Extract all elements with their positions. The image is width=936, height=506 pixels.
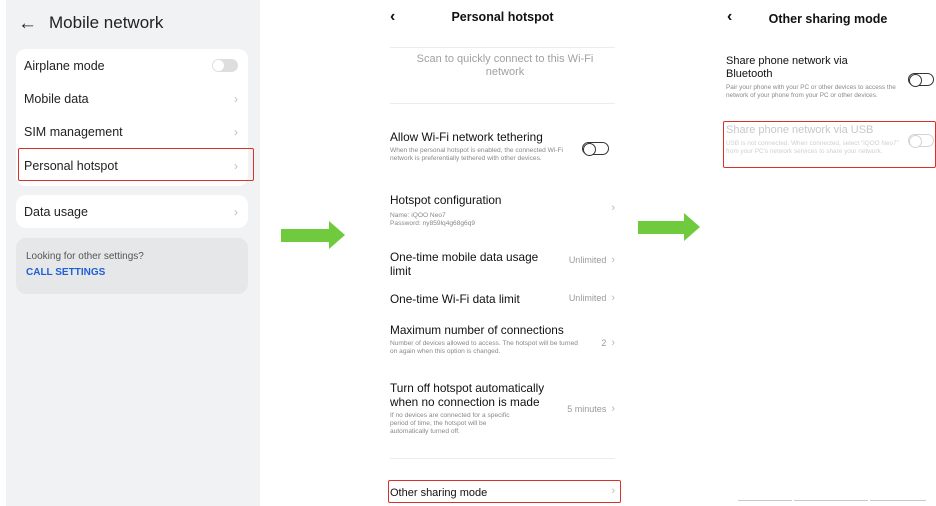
qr-scan-hint: Scan to quickly connect to this Wi-Fi ne… — [416, 53, 594, 78]
personal-hotspot-label: Personal hotspot — [24, 158, 118, 173]
nav-bar-line — [738, 500, 792, 501]
data-usage-label: Data usage — [24, 204, 88, 219]
divider — [390, 103, 615, 104]
chevron-right-icon: › — [234, 204, 238, 219]
chevron-right-icon: › — [611, 403, 615, 415]
wifi-tethering-title: Allow Wi-Fi network tethering — [390, 130, 543, 144]
nav-bar-line — [870, 500, 926, 501]
hotspot-config-chevron: › — [611, 202, 615, 214]
hotspot-config-title: Hotspot configuration — [390, 193, 502, 207]
page-title: Other sharing mode — [768, 12, 888, 26]
arrow-head — [684, 213, 700, 241]
mobile-data-limit-value: Unlimited — [568, 255, 607, 265]
bluetooth-sharing-desc: Pair your phone with your PC or other de… — [726, 84, 896, 99]
chevron-right-icon: › — [234, 91, 238, 106]
chevron-right-icon: › — [611, 292, 615, 304]
chevron-right-icon: › — [611, 337, 615, 349]
divider — [390, 47, 615, 48]
other-sharing-mode-screen: ‹ Other sharing mode Share phone network… — [712, 0, 936, 506]
wifi-data-limit-value: Unlimited — [568, 293, 607, 303]
arrow-left-icon[interactable]: ← — [18, 14, 37, 33]
chevron-right-icon: › — [611, 254, 615, 266]
step-arrow-2 — [638, 213, 700, 241]
wifi-tethering-toggle[interactable] — [582, 142, 609, 156]
chevron-right-icon: › — [234, 158, 238, 173]
auto-off-value: 5 minutes — [567, 404, 607, 414]
data-usage-row[interactable]: Data usage › — [16, 195, 248, 228]
wifi-data-limit-value-row: Unlimited › — [569, 292, 615, 304]
max-connections-item[interactable]: Maximum number of connections Number of … — [390, 323, 580, 356]
divider — [390, 458, 615, 459]
arrow-head — [329, 221, 345, 249]
max-connections-value-row: 2 › — [601, 337, 615, 349]
tutorial-canvas: ← Mobile network Airplane mode Mobile da… — [0, 0, 936, 506]
auto-off-title: Turn off hotspot automatically when no c… — [390, 381, 545, 409]
call-settings-link[interactable]: CALL SETTINGS — [26, 267, 105, 278]
mobile-network-header: ← Mobile network — [18, 12, 163, 34]
wifi-tethering-item: Allow Wi-Fi network tethering When the p… — [390, 130, 570, 163]
personal-hotspot-screen: ‹ Personal hotspot Scan to quickly conne… — [376, 0, 629, 506]
other-settings-question: Looking for other settings? — [26, 251, 144, 262]
auto-off-desc: If no devices are connected for a specif… — [390, 412, 510, 435]
hotspot-config-item[interactable]: Hotspot configuration Name: iQOO Neo7 Pa… — [390, 193, 622, 228]
personal-hotspot-row[interactable]: Personal hotspot › — [16, 149, 248, 182]
max-connections-desc: Number of devices allowed to access. The… — [390, 340, 578, 355]
sim-management-row[interactable]: SIM management › — [16, 115, 248, 148]
sim-management-label: SIM management — [24, 124, 123, 139]
step-arrow-1 — [281, 221, 345, 249]
other-settings-card: Looking for other settings? CALL SETTING… — [16, 238, 248, 294]
nav-bar-line — [794, 500, 868, 501]
max-connections-title: Maximum number of connections — [390, 323, 564, 337]
highlight-box-other-sharing-mode — [388, 480, 621, 503]
airplane-mode-label: Airplane mode — [24, 58, 105, 73]
mobile-data-limit-title: One-time mobile data usage limit — [390, 250, 539, 278]
arrow-shaft — [638, 220, 684, 234]
mobile-data-limit-item[interactable]: One-time mobile data usage limit — [390, 250, 550, 278]
arrow-shaft — [281, 228, 329, 242]
hotspot-name: Name: iQOO Neo7 — [390, 212, 446, 219]
airplane-mode-row[interactable]: Airplane mode — [16, 49, 248, 82]
wifi-tethering-desc: When the personal hotspot is enabled, th… — [390, 147, 564, 162]
bluetooth-sharing-item: Share phone network via Bluetooth Pair y… — [726, 55, 906, 99]
page-title: Personal hotspot — [451, 10, 554, 24]
mobile-network-screen: ← Mobile network Airplane mode Mobile da… — [6, 0, 260, 506]
highlight-box-usb-sharing — [723, 121, 936, 168]
chevron-right-icon: › — [234, 124, 238, 139]
page-title: Mobile network — [49, 13, 164, 32]
personal-hotspot-header: ‹ Personal hotspot — [376, 8, 629, 30]
airplane-mode-toggle[interactable] — [212, 59, 238, 72]
bluetooth-sharing-toggle[interactable] — [908, 73, 934, 87]
hotspot-password: Password: ny859lq4g68g6q9 — [390, 220, 476, 227]
chevron-right-icon: › — [611, 202, 615, 214]
auto-off-value-row: 5 minutes › — [567, 403, 615, 415]
mobile-data-row[interactable]: Mobile data › — [16, 82, 248, 115]
data-usage-card: Data usage › — [16, 195, 248, 228]
max-connections-value: 2 — [601, 338, 607, 348]
mobile-data-label: Mobile data — [24, 91, 89, 106]
auto-off-item[interactable]: Turn off hotspot automatically when no c… — [390, 381, 562, 436]
mobile-data-limit-value-row: Unlimited › — [569, 254, 615, 266]
bluetooth-sharing-title: Share phone network via Bluetooth — [726, 55, 848, 80]
network-settings-card: Airplane mode Mobile data › SIM manageme… — [16, 49, 248, 186]
